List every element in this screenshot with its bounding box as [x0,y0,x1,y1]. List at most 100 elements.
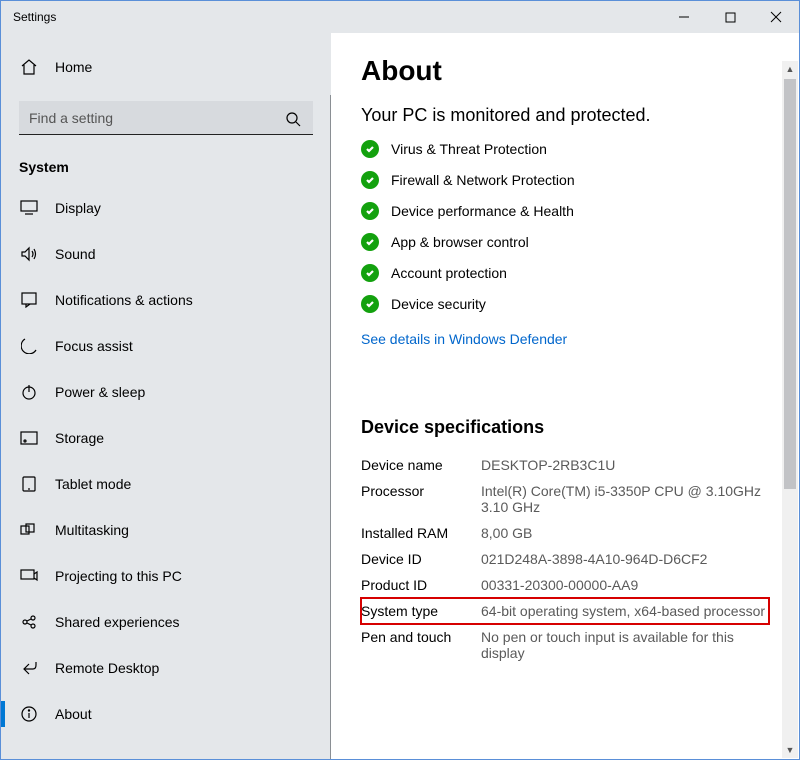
check-icon [361,295,379,313]
spec-row-pen-touch: Pen and touchNo pen or touch input is av… [361,624,769,666]
sidebar-item-power-sleep[interactable]: Power & sleep [1,369,331,415]
home-icon [19,57,39,77]
search-wrap [19,101,313,135]
sidebar-item-label: About [55,706,92,722]
sidebar-item-label: Remote Desktop [55,660,159,676]
sidebar-item-tablet-mode[interactable]: Tablet mode [1,461,331,507]
check-icon [361,233,379,251]
notifications-icon [19,290,39,310]
titlebar: Settings [1,1,799,33]
protection-item: Account protection [361,264,769,282]
protection-item: Virus & Threat Protection [361,140,769,158]
spec-value: 00331-20300-00000-AA9 [481,577,769,593]
sidebar-item-label: Display [55,200,101,216]
page-title: About [361,55,769,87]
protection-label: Device performance & Health [391,203,574,219]
multitasking-icon [19,520,39,540]
spec-value: Intel(R) Core(TM) i5-3350P CPU @ 3.10GHz… [481,483,769,515]
focus-assist-icon [19,336,39,356]
spec-key: Installed RAM [361,525,481,541]
check-icon [361,171,379,189]
spec-row-device-id: Device ID021D248A-3898-4A10-964D-D6CF2 [361,546,769,572]
protection-label: Firewall & Network Protection [391,172,575,188]
sidebar-item-label: Tablet mode [55,476,131,492]
sidebar-item-projecting[interactable]: Projecting to this PC [1,553,331,599]
sidebar-item-notifications[interactable]: Notifications & actions [1,277,331,323]
sidebar: Home System Display Sound Notifications … [1,33,331,759]
protection-list: Virus & Threat Protection Firewall & Net… [361,140,769,313]
sidebar-item-label: Focus assist [55,338,133,354]
sidebar-item-label: Multitasking [55,522,129,538]
spec-value: DESKTOP-2RB3C1U [481,457,769,473]
maximize-button[interactable] [707,1,753,33]
sidebar-category: System [1,145,331,185]
sidebar-item-sound[interactable]: Sound [1,231,331,277]
window-title: Settings [13,10,56,24]
minimize-button[interactable] [661,1,707,33]
sidebar-nav-list: Display Sound Notifications & actions Fo… [1,185,331,737]
search-input[interactable] [19,101,313,135]
sidebar-item-label: Sound [55,246,95,262]
sidebar-item-label: Notifications & actions [55,292,193,308]
sidebar-item-label: Power & sleep [55,384,145,400]
storage-icon [19,428,39,448]
power-icon [19,382,39,402]
protection-label: Account protection [391,265,507,281]
close-button[interactable] [753,1,799,33]
scroll-up-icon[interactable]: ▲ [782,61,798,77]
sidebar-item-multitasking[interactable]: Multitasking [1,507,331,553]
about-icon [19,704,39,724]
window-controls [661,1,799,33]
spec-row-processor: ProcessorIntel(R) Core(TM) i5-3350P CPU … [361,478,769,520]
scrollbar[interactable]: ▲ ▼ [782,61,798,758]
spec-value: 021D248A-3898-4A10-964D-D6CF2 [481,551,769,567]
shared-icon [19,612,39,632]
spec-value: 8,00 GB [481,525,769,541]
remote-desktop-icon [19,658,39,678]
sidebar-item-label: Shared experiences [55,614,180,630]
spec-key: Product ID [361,577,481,593]
spec-row-device-name: Device nameDESKTOP-2RB3C1U [361,452,769,478]
sidebar-item-display[interactable]: Display [1,185,331,231]
check-icon [361,140,379,158]
sidebar-item-remote-desktop[interactable]: Remote Desktop [1,645,331,691]
sidebar-item-label: Projecting to this PC [55,568,182,584]
search-icon [283,109,303,129]
projecting-icon [19,566,39,586]
protection-item: Device performance & Health [361,202,769,220]
specs-heading: Device specifications [361,417,769,438]
protection-label: Device security [391,296,486,312]
specs-table: Device nameDESKTOP-2RB3C1U ProcessorInte… [361,452,769,666]
protection-label: Virus & Threat Protection [391,141,547,157]
scroll-down-icon[interactable]: ▼ [782,742,798,758]
sidebar-item-label: Storage [55,430,104,446]
protection-item: Firewall & Network Protection [361,171,769,189]
display-icon [19,198,39,218]
spec-key: System type [361,603,481,619]
spec-value: 64-bit operating system, x64-based proce… [481,603,769,619]
sidebar-item-focus-assist[interactable]: Focus assist [1,323,331,369]
sidebar-item-storage[interactable]: Storage [1,415,331,461]
spec-value: No pen or touch input is available for t… [481,629,769,661]
check-icon [361,202,379,220]
defender-link[interactable]: See details in Windows Defender [361,331,567,347]
spec-key: Device ID [361,551,481,567]
sidebar-item-about[interactable]: About [1,691,331,737]
spec-row-ram: Installed RAM8,00 GB [361,520,769,546]
protection-label: App & browser control [391,234,529,250]
sound-icon [19,244,39,264]
sidebar-home[interactable]: Home [1,47,331,87]
protection-item: App & browser control [361,233,769,251]
spec-key: Processor [361,483,481,499]
spec-row-system-type: System type64-bit operating system, x64-… [361,598,769,624]
main-panel: About Your PC is monitored and protected… [331,33,799,759]
protection-heading: Your PC is monitored and protected. [361,105,769,126]
spec-key: Device name [361,457,481,473]
scroll-thumb[interactable] [784,79,796,489]
sidebar-item-shared-experiences[interactable]: Shared experiences [1,599,331,645]
spec-row-product-id: Product ID00331-20300-00000-AA9 [361,572,769,598]
check-icon [361,264,379,282]
protection-item: Device security [361,295,769,313]
sidebar-home-label: Home [55,59,92,75]
tablet-icon [19,474,39,494]
